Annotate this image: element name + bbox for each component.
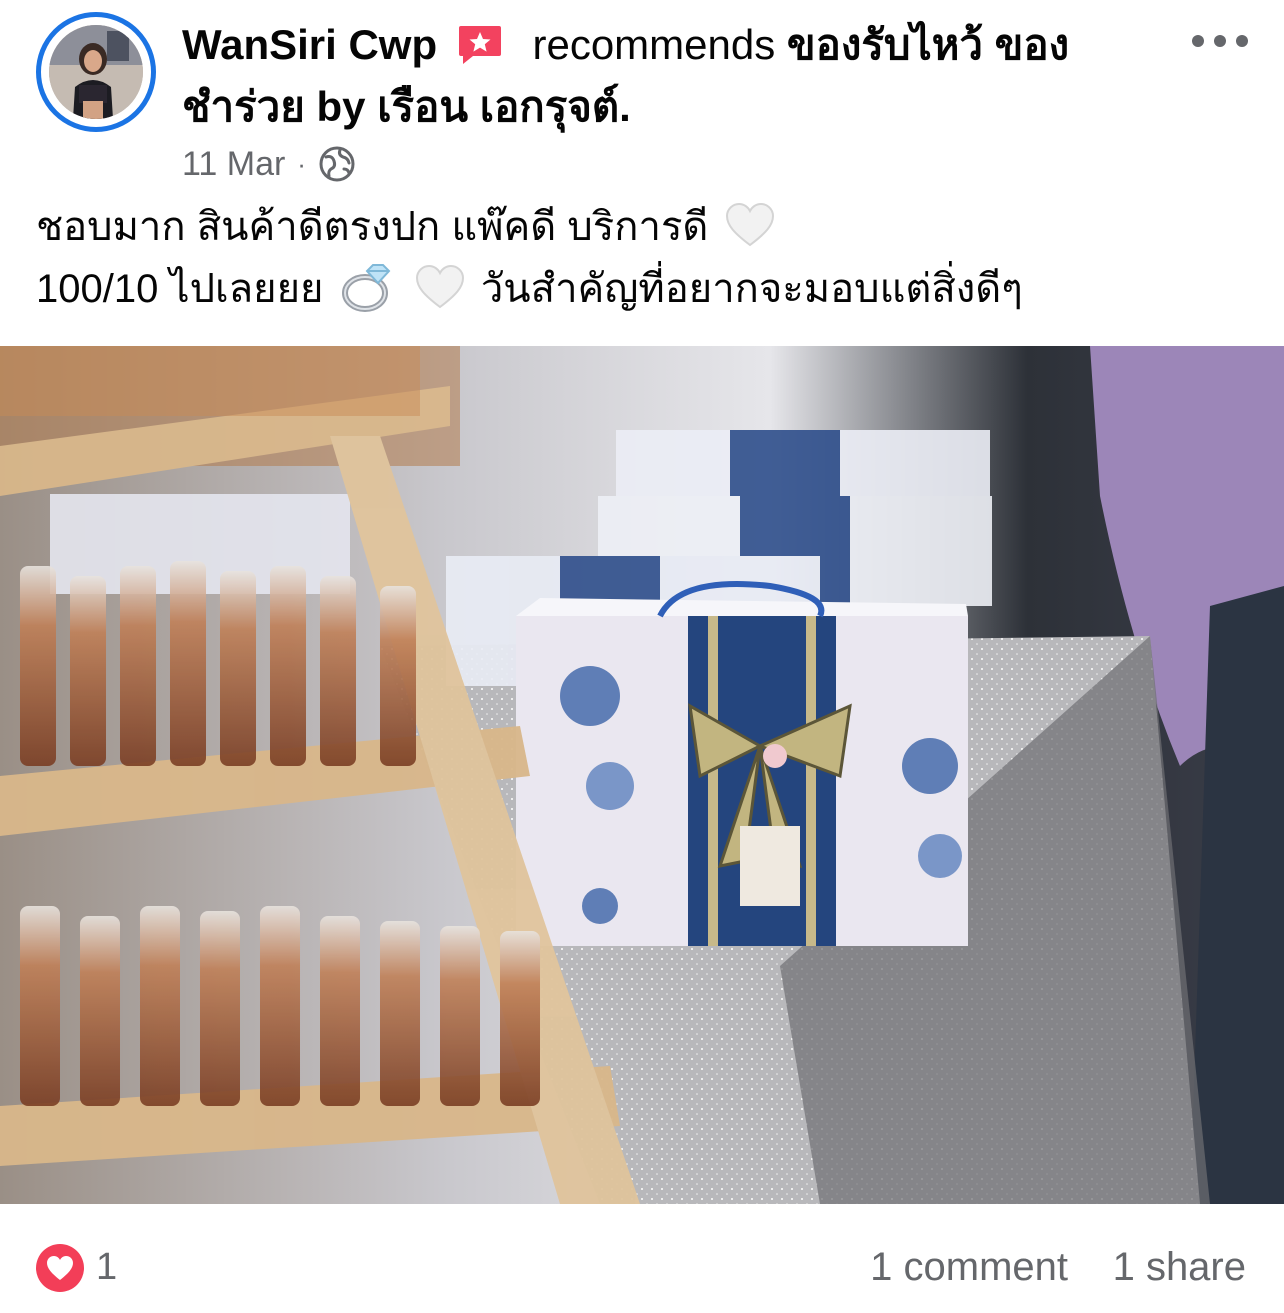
post-text-segment: 100/10 ไปเลยยย	[36, 267, 324, 311]
ring-emoji-icon	[341, 264, 390, 313]
gift-boxes-photo-illustration	[0, 346, 1284, 1204]
more-dot-icon	[1214, 35, 1226, 47]
post-footer: 1 1 comment 1 share	[0, 1204, 1284, 1313]
comments-count-link[interactable]: 1 comment	[870, 1244, 1068, 1290]
more-dot-icon	[1236, 35, 1248, 47]
heart-icon	[47, 1256, 73, 1280]
author-avatar-ring[interactable]	[36, 12, 156, 132]
reaction-count[interactable]: 1	[96, 1244, 117, 1290]
avatar[interactable]	[49, 25, 143, 119]
post-date[interactable]: 11 Mar	[182, 144, 285, 184]
globe-icon[interactable]	[318, 145, 356, 183]
shares-count-link[interactable]: 1 share	[1113, 1244, 1246, 1290]
post-photo[interactable]	[0, 346, 1284, 1204]
post-text-line-1: ชอบมาก สินค้าดีตรงปก แพ๊คดี บริการดี	[36, 196, 1236, 258]
more-options-button[interactable]	[1192, 26, 1248, 56]
post-body: ชอบมาก สินค้าดีตรงปก แพ๊คดี บริการดี 100…	[36, 196, 1236, 320]
post-text-line-2: 100/10 ไปเลยยย วันสำคัญที่อยากจะมอบแต่สิ…	[36, 258, 1236, 320]
meta-separator: ·	[297, 149, 306, 179]
post-header: WanSiri Cwp recommends ของรับไหว้ ของชำร…	[182, 14, 1142, 138]
recommends-label: recommends	[532, 21, 776, 68]
heart-reaction-icon[interactable]	[36, 1244, 84, 1292]
white-heart-emoji-icon	[725, 203, 774, 247]
white-heart-emoji-icon	[415, 265, 464, 309]
more-dot-icon	[1192, 35, 1204, 47]
post-text-segment: ชอบมาก สินค้าดีตรงปก แพ๊คดี บริการดี	[36, 205, 709, 249]
recommend-star-icon	[458, 25, 501, 64]
avatar-photo	[49, 25, 143, 119]
post-meta: 11 Mar ·	[182, 144, 356, 184]
author-name[interactable]: WanSiri Cwp	[182, 21, 437, 68]
post-text-segment: วันสำคัญที่อยากจะมอบแต่สิ่งดีๆ	[480, 267, 1023, 311]
